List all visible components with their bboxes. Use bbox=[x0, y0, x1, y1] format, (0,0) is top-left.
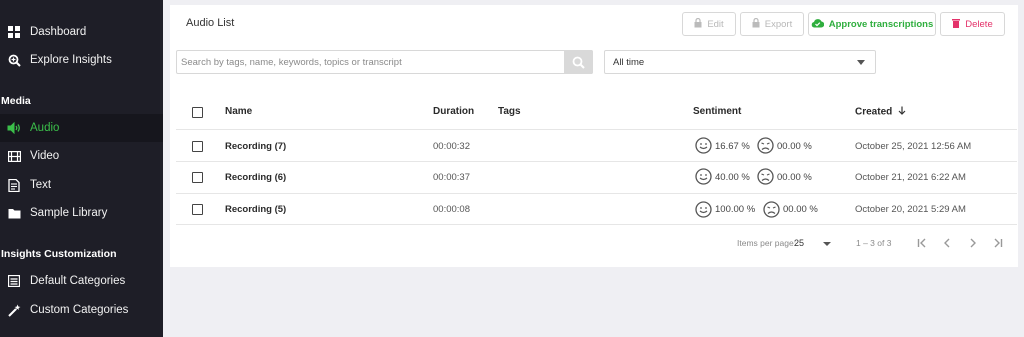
search-button[interactable] bbox=[564, 50, 593, 74]
delete-button-label: Delete bbox=[965, 18, 993, 30]
row-checkbox[interactable] bbox=[192, 204, 203, 215]
select-all-checkbox[interactable] bbox=[192, 107, 203, 118]
search-insights-icon bbox=[7, 53, 21, 67]
chevron-down-icon bbox=[857, 60, 865, 65]
sad-face-icon bbox=[763, 201, 780, 218]
sidebar-item-text[interactable]: Text bbox=[0, 171, 163, 199]
sidebar-item-dashboard[interactable]: Dashboard bbox=[0, 18, 163, 46]
divider bbox=[176, 161, 1017, 162]
happy-face-icon bbox=[695, 168, 712, 185]
trash-icon bbox=[952, 18, 961, 31]
items-per-page-select[interactable]: 25 bbox=[794, 238, 832, 248]
search-input[interactable] bbox=[177, 51, 562, 73]
list-icon bbox=[7, 274, 21, 288]
sad-face-icon bbox=[757, 168, 774, 185]
happy-face-icon bbox=[695, 137, 712, 154]
recording-created: October 21, 2021 6:22 AM bbox=[855, 172, 966, 183]
last-page-icon[interactable] bbox=[991, 236, 1005, 250]
negative-sentiment: 00.00 % bbox=[777, 172, 812, 183]
sidebar-item-label: Text bbox=[30, 179, 52, 191]
recording-created: October 25, 2021 12:56 AM bbox=[855, 141, 972, 152]
edit-button[interactable]: Edit bbox=[682, 12, 736, 36]
negative-sentiment: 00.00 % bbox=[777, 141, 812, 152]
lock-icon bbox=[752, 17, 760, 31]
arrow-down-icon bbox=[898, 106, 906, 118]
recording-name[interactable]: Recording (5) bbox=[225, 204, 286, 215]
column-header-tags[interactable]: Tags bbox=[498, 106, 521, 117]
positive-sentiment: 40.00 % bbox=[715, 172, 750, 183]
export-button[interactable]: Export bbox=[740, 12, 804, 36]
divider bbox=[176, 224, 1017, 225]
sidebar-item-sample-library[interactable]: Sample Library bbox=[0, 199, 163, 227]
dashboard-icon bbox=[7, 25, 21, 39]
section-heading-insights-customization: Insights Customization bbox=[1, 248, 117, 260]
cloud-check-icon bbox=[811, 18, 824, 31]
sidebar-item-label: Dashboard bbox=[30, 26, 87, 38]
items-per-page-label: Items per page: bbox=[737, 238, 797, 248]
audio-list-card: Audio List Edit Export Approve transcrip… bbox=[170, 5, 1018, 267]
lock-icon bbox=[694, 17, 702, 31]
column-header-name[interactable]: Name bbox=[225, 106, 252, 117]
edit-button-label: Edit bbox=[707, 18, 724, 30]
items-per-page-value: 25 bbox=[794, 238, 805, 248]
recording-duration: 00:00:37 bbox=[433, 172, 470, 183]
sad-face-icon bbox=[757, 137, 774, 154]
text-icon bbox=[7, 178, 21, 192]
sidebar-item-explore-insights[interactable]: Explore Insights bbox=[0, 46, 163, 74]
page-title: Audio List bbox=[186, 17, 235, 29]
column-header-sentiment[interactable]: Sentiment bbox=[693, 106, 741, 117]
approve-transcriptions-button[interactable]: Approve transcriptions bbox=[808, 12, 936, 36]
column-header-created[interactable]: Created bbox=[855, 106, 906, 118]
magic-wand-icon bbox=[7, 303, 21, 317]
approve-button-label: Approve transcriptions bbox=[828, 18, 934, 30]
sidebar-item-audio[interactable]: Audio bbox=[0, 114, 163, 142]
chevron-down-icon bbox=[823, 242, 831, 246]
sidebar-item-label: Audio bbox=[30, 122, 60, 134]
sidebar-item-default-categories[interactable]: Default Categories bbox=[0, 267, 163, 295]
sidebar-item-label: Video bbox=[30, 150, 60, 162]
positive-sentiment: 16.67 % bbox=[715, 141, 750, 152]
divider bbox=[176, 129, 1017, 130]
previous-page-icon[interactable] bbox=[940, 236, 954, 250]
recording-name[interactable]: Recording (6) bbox=[225, 172, 286, 183]
video-icon bbox=[7, 149, 21, 163]
column-header-created-label: Created bbox=[855, 106, 893, 118]
negative-sentiment: 00.00 % bbox=[783, 204, 818, 215]
time-filter-value: All time bbox=[613, 56, 645, 68]
recording-name[interactable]: Recording (7) bbox=[225, 141, 286, 152]
sidebar-item-label: Custom Categories bbox=[30, 304, 129, 316]
next-page-icon[interactable] bbox=[966, 236, 980, 250]
row-checkbox[interactable] bbox=[192, 172, 203, 183]
page-range: 1 – 3 of 3 bbox=[856, 238, 892, 248]
audio-icon bbox=[7, 121, 21, 135]
positive-sentiment: 100.00 % bbox=[715, 204, 756, 215]
section-heading-media: Media bbox=[1, 95, 31, 107]
recording-duration: 00:00:08 bbox=[433, 204, 470, 215]
column-header-duration[interactable]: Duration bbox=[433, 106, 474, 117]
happy-face-icon bbox=[695, 201, 712, 218]
row-checkbox[interactable] bbox=[192, 141, 203, 152]
sidebar-item-custom-categories[interactable]: Custom Categories bbox=[0, 296, 163, 324]
sidebar: Dashboard Explore Insights Media Audio V… bbox=[0, 0, 163, 337]
search-box bbox=[176, 50, 593, 74]
search-icon bbox=[572, 56, 585, 69]
sidebar-item-label: Explore Insights bbox=[30, 54, 112, 66]
delete-button[interactable]: Delete bbox=[940, 12, 1005, 36]
recording-duration: 00:00:32 bbox=[433, 141, 470, 152]
time-filter-select[interactable]: All time bbox=[604, 50, 876, 74]
recording-created: October 20, 2021 5:29 AM bbox=[855, 204, 966, 215]
divider bbox=[176, 193, 1017, 194]
sidebar-item-label: Sample Library bbox=[30, 207, 108, 219]
sidebar-item-video[interactable]: Video bbox=[0, 142, 163, 170]
export-button-label: Export bbox=[764, 18, 793, 30]
first-page-icon[interactable] bbox=[915, 236, 929, 250]
sidebar-item-label: Default Categories bbox=[30, 275, 126, 287]
folder-icon bbox=[7, 206, 21, 220]
